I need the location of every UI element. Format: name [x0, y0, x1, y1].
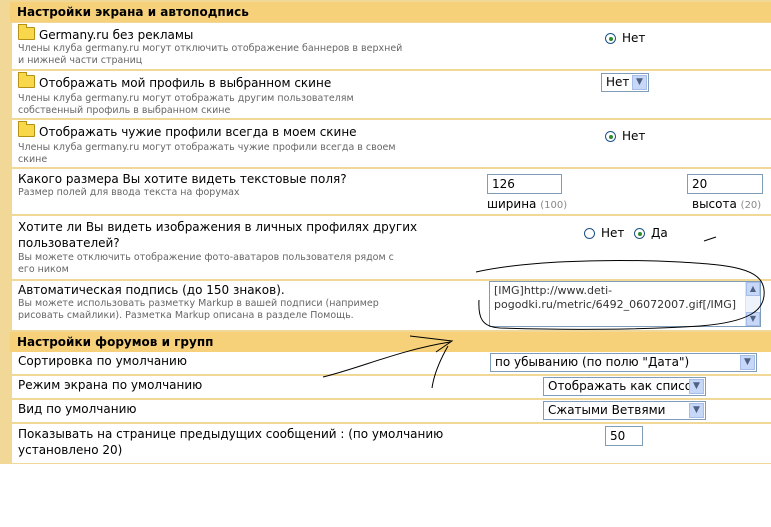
annotation-scribble — [475, 259, 765, 330]
annotation-arrow — [322, 341, 451, 378]
annotation-tick — [703, 236, 717, 242]
annotation-stroke — [431, 345, 449, 389]
annotation-overlay — [322, 236, 765, 389]
